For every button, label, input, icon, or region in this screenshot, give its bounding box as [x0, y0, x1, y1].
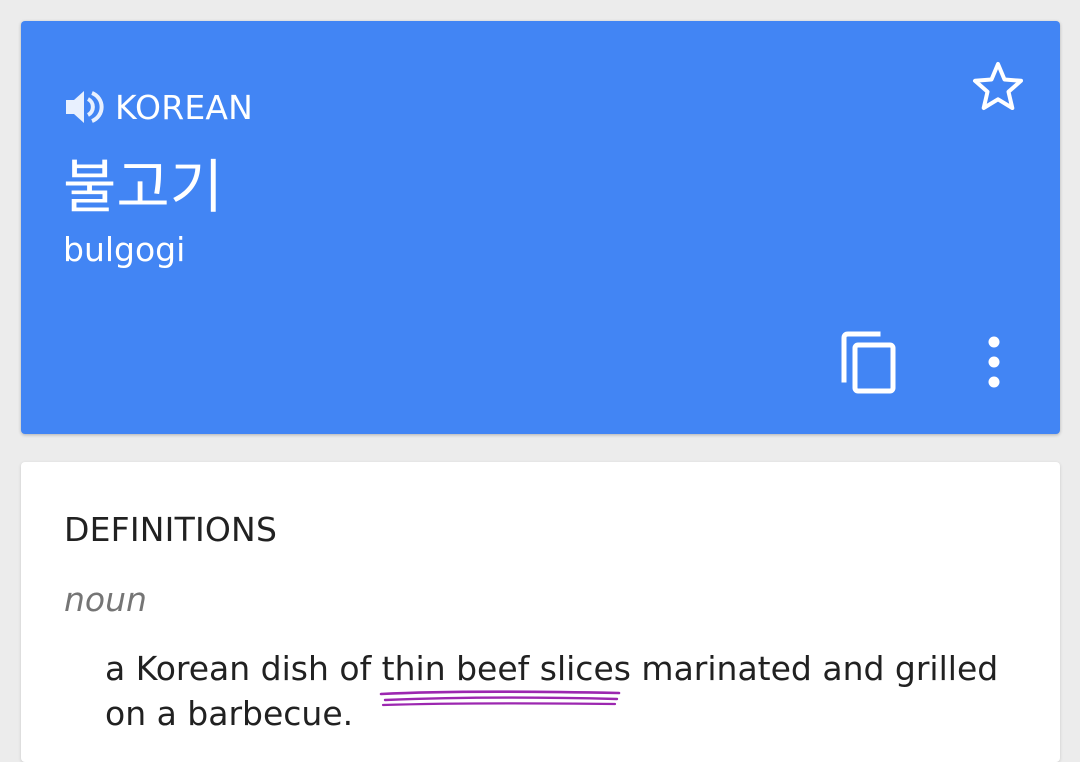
star-outline-icon[interactable]	[970, 59, 1026, 115]
definitions-card: DEFINITIONS noun a Korean dish of thin b…	[21, 462, 1060, 762]
translation-card: KOREAN 불고기 bulgogi	[21, 21, 1060, 434]
definitions-heading: DEFINITIONS	[64, 510, 278, 549]
source-language-label[interactable]: KOREAN	[115, 91, 253, 124]
handwritten-underline	[379, 690, 621, 707]
copy-icon[interactable]	[836, 328, 900, 398]
source-text: 불고기	[63, 153, 224, 221]
speaker-icon[interactable]	[63, 86, 105, 128]
part-of-speech-label: noun	[64, 580, 147, 619]
romanization-text: bulgogi	[63, 230, 186, 269]
more-vert-icon[interactable]	[977, 334, 1011, 390]
language-row: KOREAN	[63, 81, 253, 133]
